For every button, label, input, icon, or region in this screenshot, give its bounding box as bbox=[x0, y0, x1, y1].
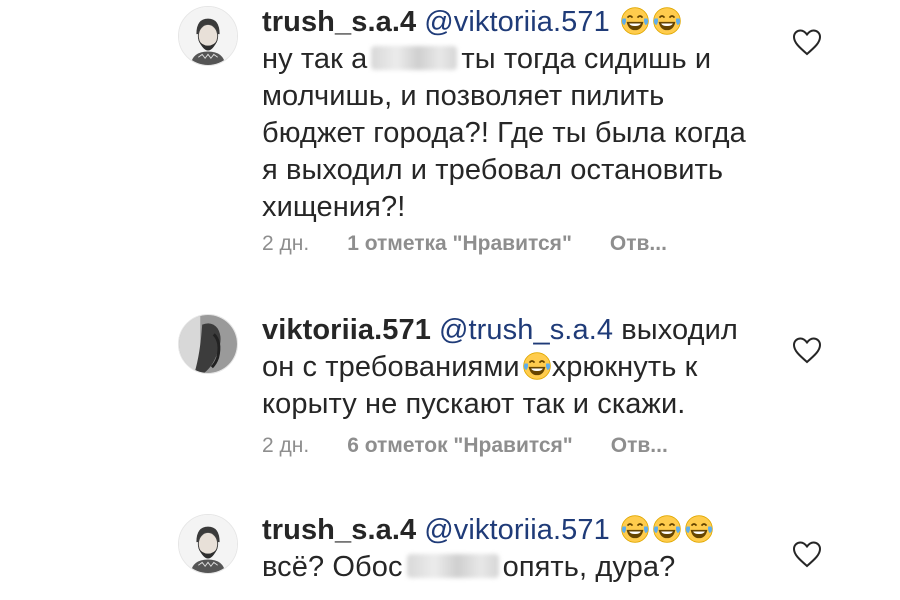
avatar-bearded-man-icon bbox=[179, 7, 237, 65]
comment-likes[interactable]: 1 отметка "Нравится" bbox=[347, 232, 572, 255]
like-heart-icon[interactable] bbox=[792, 28, 822, 56]
comment-text: viktoriia.571 @trush_s.a.4 выходил он с т… bbox=[262, 312, 762, 423]
comment-username[interactable]: trush_s.a.4 bbox=[262, 6, 416, 38]
comment-body: ну так а bbox=[262, 43, 368, 75]
avatar-bearded-man-icon bbox=[179, 515, 237, 573]
avatar[interactable] bbox=[178, 6, 238, 66]
joy-icon bbox=[684, 514, 714, 544]
avatar[interactable] bbox=[178, 514, 238, 574]
comment-time: 2 дн. bbox=[262, 232, 310, 255]
joy-icon bbox=[652, 6, 682, 36]
joy-icon bbox=[620, 6, 650, 36]
joy-icon bbox=[522, 351, 552, 381]
censored-text bbox=[406, 554, 499, 578]
joy-icon bbox=[652, 514, 682, 544]
comment-body: ты тогда сидишь bbox=[461, 43, 687, 75]
reply-button[interactable]: Отв... bbox=[610, 232, 667, 255]
comment-text: trush_s.a.4 @viktoriia.571 ну так а ты тог… bbox=[262, 4, 762, 226]
comment-text: trush_s.a.4 @viktoriia.571 всё? Обос опять… bbox=[262, 512, 762, 586]
reply-button[interactable]: Отв... bbox=[611, 434, 668, 457]
comment-mention[interactable]: @trush_s.a.4 bbox=[439, 314, 613, 346]
comment-username[interactable]: viktoriia.571 bbox=[262, 314, 431, 346]
comment-likes[interactable]: 6 отметок "Нравится" bbox=[347, 434, 573, 457]
comment-body: всё? Обос bbox=[262, 551, 403, 583]
joy-icon bbox=[620, 514, 650, 544]
comment-mention[interactable]: @viktoriia.571 bbox=[424, 514, 610, 546]
comment-meta: 2 дн. 1 отметка "Нравится" Отв... bbox=[262, 232, 705, 256]
comment-meta: 2 дн. 6 отметок "Нравится" Отв... bbox=[262, 434, 706, 458]
like-heart-icon[interactable] bbox=[792, 540, 822, 568]
comment-time: 2 дн. bbox=[262, 434, 310, 457]
avatar[interactable] bbox=[178, 314, 238, 374]
comment-username[interactable]: trush_s.a.4 bbox=[262, 514, 416, 546]
avatar-photo-icon bbox=[179, 315, 237, 373]
comment-body: опять, дура? bbox=[502, 551, 676, 583]
comment-mention[interactable]: @viktoriia.571 bbox=[424, 6, 610, 38]
like-heart-icon[interactable] bbox=[792, 336, 822, 364]
censored-text bbox=[371, 46, 458, 70]
